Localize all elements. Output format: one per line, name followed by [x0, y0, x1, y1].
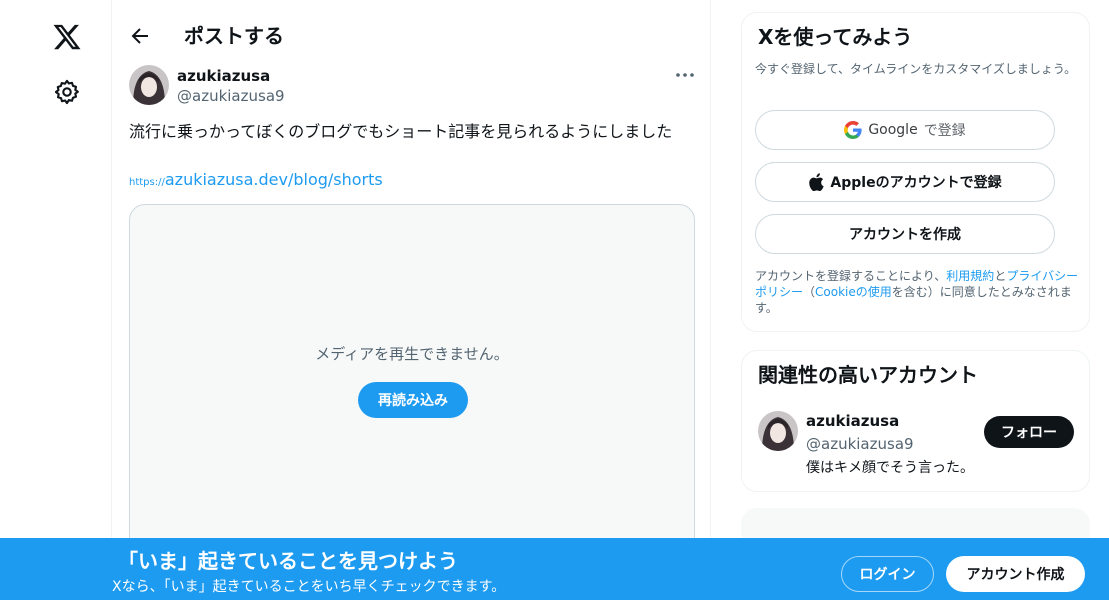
follow-button[interactable]: フォロー	[984, 416, 1074, 448]
cookie-link[interactable]: Cookieの使用	[815, 285, 892, 299]
banner-title: 「いま」起きていることを見つけよう	[118, 549, 458, 573]
relevant-accounts-card: 関連性の高いアカウント azukiazusa @azukiazusa9 僕はキメ…	[741, 350, 1090, 492]
gear-icon[interactable]	[53, 78, 81, 106]
legal-and: と	[994, 269, 1007, 283]
main-column: ポストする azukiazusa @azukiazusa9 流行に乗っかってぼく…	[111, 0, 711, 600]
author-avatar[interactable]	[129, 65, 169, 105]
account-handle[interactable]: @azukiazusa9	[806, 434, 914, 454]
login-button[interactable]: ログイン	[841, 556, 934, 592]
account-bio: 僕はキメ顔でそう言った。	[806, 460, 974, 476]
page-title: ポストする	[184, 24, 284, 48]
apple-signup-button[interactable]: Appleのアカウントで登録	[755, 162, 1055, 202]
signup-card-title: Xを使ってみよう	[758, 25, 913, 49]
google-signup-label: Google	[868, 122, 918, 138]
google-signup-button[interactable]: Google で登録	[755, 110, 1055, 150]
account-avatar[interactable]	[758, 411, 798, 451]
signup-card-subtitle: 今すぐ登録して、タイムラインをカスタマイズしましょう。	[755, 62, 1077, 76]
post-link[interactable]: https://azukiazusa.dev/blog/shorts	[129, 169, 383, 194]
terms-link[interactable]: 利用規約	[946, 269, 994, 283]
left-nav	[0, 0, 111, 600]
post-link-text: azukiazusa.dev/blog/shorts	[164, 170, 383, 189]
google-signup-suffix: で登録	[923, 123, 966, 139]
account-name[interactable]: azukiazusa	[806, 411, 899, 431]
post-text: 流行に乗っかってぼくのブログでもショート記事を見られるようにしました	[129, 122, 673, 141]
post-link-protocol: https://	[129, 177, 165, 188]
signup-card: Xを使ってみよう 今すぐ登録して、タイムラインをカスタマイズしましょう。 Goo…	[741, 12, 1090, 332]
banner-subtitle: Xなら、「いま」起きていることをいち早くチェックできます。	[112, 579, 506, 595]
signup-banner: 「いま」起きていることを見つけよう Xなら、「いま」起きていることをいち早くチェ…	[0, 538, 1109, 600]
create-account-button[interactable]: アカウントを作成	[755, 214, 1055, 254]
more-options-icon[interactable]	[672, 66, 698, 84]
apple-icon	[809, 173, 825, 191]
media-error-message: メディアを再生できません。	[315, 345, 509, 363]
banner-create-account-button[interactable]: アカウント作成	[946, 556, 1085, 592]
x-logo-icon[interactable]	[52, 22, 82, 52]
author-handle[interactable]: @azukiazusa9	[177, 86, 285, 106]
media-player: メディアを再生できません。 再読み込み	[129, 204, 695, 564]
legal-paren-open: （	[803, 285, 816, 299]
back-arrow-icon[interactable]	[128, 24, 152, 48]
apple-signup-label: Appleのアカウントで登録	[830, 175, 1002, 191]
reload-button[interactable]: 再読み込み	[358, 382, 468, 418]
legal-prefix: アカウントを登録することにより、	[755, 269, 947, 283]
google-icon	[844, 121, 862, 139]
author-name[interactable]: azukiazusa	[177, 66, 270, 86]
relevant-accounts-title: 関連性の高いアカウント	[758, 363, 978, 387]
legal-notice: アカウントを登録することにより、利用規約とプライバシーポリシー（Cookieの使…	[755, 268, 1085, 316]
